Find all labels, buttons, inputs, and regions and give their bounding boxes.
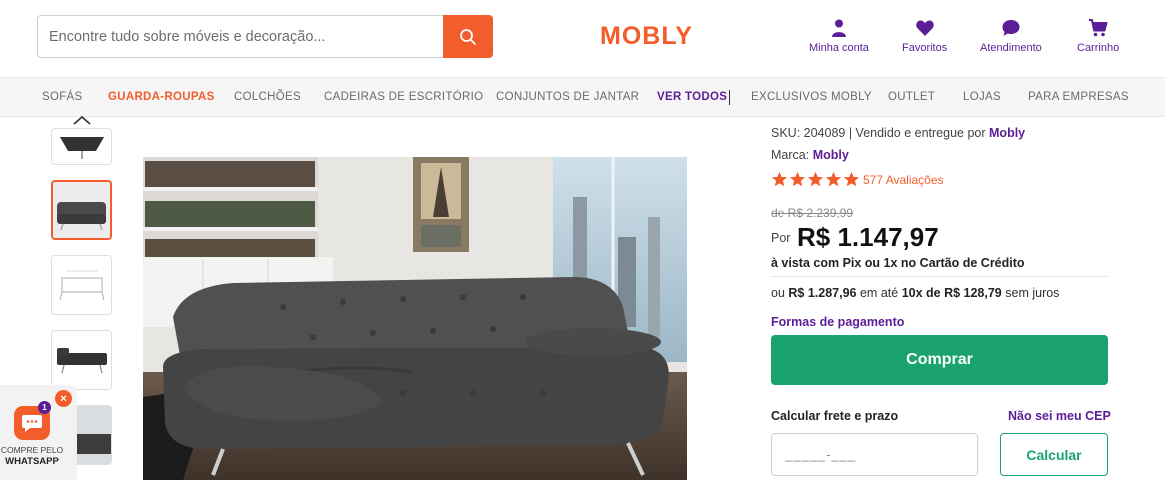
price-divider	[771, 276, 1108, 277]
nav-item-colchoes[interactable]: COLCHÕES	[234, 91, 301, 103]
chat-icon	[1002, 20, 1020, 36]
nav-item-cadeiras-escritorio[interactable]: CADEIRAS DE ESCRITÓRIO	[324, 91, 483, 103]
category-nav: SOFÁS GUARDA-ROUPAS COLCHÕES CADEIRAS DE…	[0, 77, 1165, 117]
user-icon	[831, 19, 846, 37]
sku-text: SKU: 204089 | Vendido e entregue por	[771, 126, 986, 140]
search-button[interactable]	[443, 15, 493, 58]
search-input[interactable]	[38, 16, 444, 57]
whatsapp-label: COMPRE PELO WHATSAPP	[0, 445, 64, 467]
brand-label: Marca:	[771, 148, 810, 162]
nav-item-outlet[interactable]: OUTLET	[888, 91, 935, 103]
nav-item-conjuntos-jantar[interactable]: CONJUNTOS DE JANTAR	[496, 91, 639, 103]
install-prefix: ou	[771, 286, 785, 300]
pix-info: à vista com Pix ou 1x no Cartão de Crédi…	[771, 256, 1025, 270]
thumbnail-4[interactable]	[51, 330, 112, 390]
buy-button[interactable]: Comprar	[771, 335, 1108, 385]
star-icon	[843, 171, 860, 187]
price-prefix: Por	[771, 231, 791, 245]
support-label: Atendimento	[980, 42, 1042, 54]
nav-item-para-empresas[interactable]: PARA EMPRESAS	[1028, 91, 1129, 103]
shipping-label: Calcular frete e prazo	[771, 409, 899, 423]
star-icon	[825, 171, 842, 187]
thumbnail-3[interactable]	[51, 255, 112, 315]
mobly-logo[interactable]: MOBLY	[600, 22, 693, 51]
product-main-image[interactable]	[143, 157, 687, 480]
my-account-label: Minha conta	[809, 42, 869, 54]
no-cep-link[interactable]: Não sei meu CEP	[1008, 409, 1111, 423]
install-parcel: 10x de R$ 128,79	[901, 286, 1002, 300]
whatsapp-close-button[interactable]: ×	[55, 390, 72, 407]
payment-methods-link[interactable]: Formas de pagamento	[771, 315, 904, 329]
site-header: MOBLY Minha conta Favoritos Atendimento …	[0, 0, 1165, 77]
old-price: de R$ 2.239,99	[771, 206, 854, 220]
favorites-label: Favoritos	[902, 42, 948, 54]
whatsapp-widget: 1 × COMPRE PELO WHATSAPP	[0, 385, 77, 480]
whatsapp-line-1: COMPRE PELO	[0, 445, 64, 455]
thumbnail-2[interactable]	[51, 180, 112, 240]
support-link[interactable]: Atendimento	[980, 18, 1042, 54]
nav-item-exclusivos-mobly[interactable]: EXCLUSIVOS MOBLY	[751, 91, 872, 103]
nav-item-lojas[interactable]: LOJAS	[963, 91, 1001, 103]
cep-input[interactable]	[771, 433, 978, 476]
current-price: R$ 1.147,97	[797, 222, 939, 252]
brand-line: Marca: Mobly	[771, 148, 849, 162]
install-suffix: sem juros	[1005, 286, 1060, 300]
notification-badge: 1	[38, 401, 51, 414]
favorites-link[interactable]: Favoritos	[902, 18, 947, 54]
rating[interactable]: 577 Avaliações	[771, 171, 944, 188]
reviews-count[interactable]: 577 Avaliações	[863, 173, 944, 187]
calculate-button[interactable]: Calcular	[1000, 433, 1108, 476]
thumbnail-1[interactable]	[51, 128, 112, 165]
whatsapp-chat-icon	[22, 415, 42, 432]
nav-item-sofas[interactable]: SOFÁS	[42, 91, 82, 103]
brand-link[interactable]: Mobly	[813, 148, 849, 162]
cart-icon	[1089, 19, 1108, 37]
installments-info: ou R$ 1.287,96 em até 10x de R$ 128,79 s…	[771, 286, 1059, 300]
chevron-up-icon[interactable]	[72, 114, 92, 126]
whatsapp-line-2: WHATSAPP	[5, 456, 59, 467]
nav-item-ver-todos[interactable]: VER TODOS	[657, 91, 727, 103]
search-icon	[460, 28, 476, 45]
nav-item-guarda-roupas[interactable]: GUARDA-ROUPAS	[108, 91, 215, 103]
install-mid: em até	[859, 286, 899, 300]
star-icon	[789, 171, 806, 187]
heart-icon	[915, 20, 934, 36]
star-icon	[807, 171, 824, 187]
sku-line: SKU: 204089 | Vendido e entregue por Mob…	[771, 126, 1025, 140]
my-account-link[interactable]: Minha conta	[809, 18, 869, 54]
nav-divider	[729, 90, 730, 105]
seller-link[interactable]: Mobly	[989, 126, 1025, 140]
install-total: R$ 1.287,96	[788, 286, 857, 300]
cart-link[interactable]: Carrinho	[1077, 18, 1119, 54]
cart-label: Carrinho	[1077, 42, 1120, 54]
search-bar	[37, 15, 493, 58]
star-icon	[771, 171, 788, 187]
